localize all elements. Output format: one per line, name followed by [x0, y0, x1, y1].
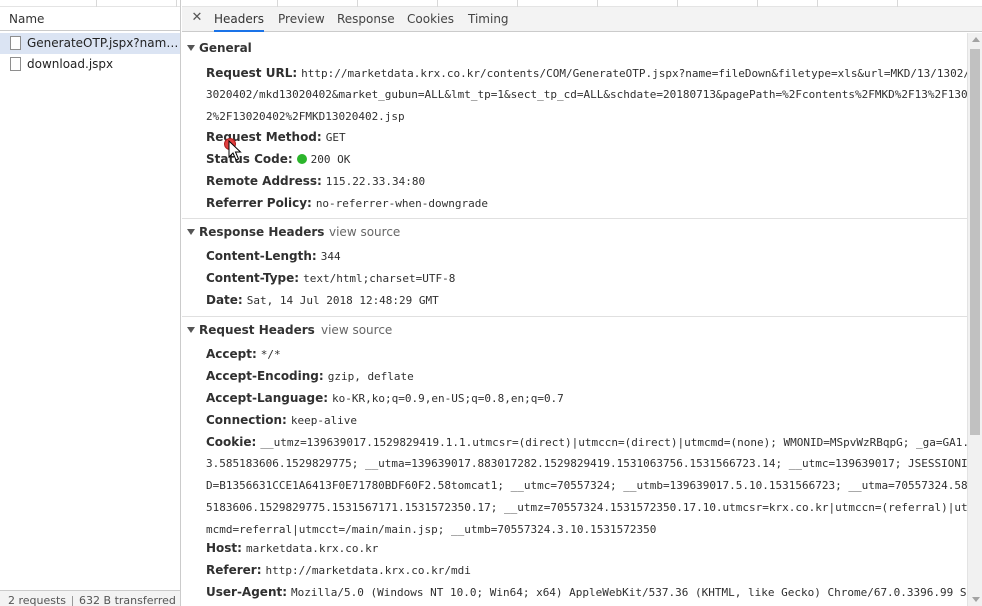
- status-code-row: Status Code: 200 OK: [206, 148, 967, 171]
- cookie-line-3: D=B1356631CCE1A6413F0E71780BDF60F2.58tom…: [206, 479, 967, 492]
- referrer-policy-key: Referrer Policy:: [206, 196, 312, 210]
- document-icon: [10, 57, 21, 71]
- general-section-toggle[interactable]: General: [187, 41, 252, 55]
- scroll-up-arrow-icon[interactable]: [972, 37, 980, 42]
- cookie-row: Cookie: __utmz=139639017.1529829419.1.1.u…: [206, 431, 967, 454]
- cookie-key: Cookie:: [206, 435, 257, 449]
- triangle-down-icon: [187, 228, 195, 235]
- request-details-panel: ✕ Headers Preview Response Cookies Timin…: [182, 0, 982, 606]
- referrer-policy-value: no-referrer-when-downgrade: [315, 197, 488, 210]
- request-row-generateotp[interactable]: GenerateOTP.jspx?name=fileDown&filetype=…: [0, 33, 180, 54]
- remote-address-key: Remote Address:: [206, 174, 322, 188]
- host-row: Host: marketdata.krx.co.kr: [206, 537, 967, 560]
- accept-language-key: Accept-Language:: [206, 391, 329, 405]
- close-icon[interactable]: ✕: [190, 10, 204, 25]
- content-type-value: text/html;charset=UTF-8: [303, 272, 456, 285]
- date-key: Date:: [206, 293, 243, 307]
- document-icon: [10, 36, 21, 50]
- request-headers-toggle[interactable]: Request Headers: [187, 323, 315, 337]
- content-length-value: 344: [320, 250, 341, 263]
- request-list-panel: Name GenerateOTP.jspx?name=fileDown&file…: [0, 0, 181, 606]
- tab-headers[interactable]: Headers: [214, 7, 264, 32]
- accept-encoding-value: gzip, deflate: [327, 370, 414, 383]
- remote-address-row: Remote Address: 115.22.33.34:80: [206, 170, 967, 193]
- request-url-key: Request URL:: [206, 66, 298, 80]
- request-headers-title: Request Headers: [199, 323, 315, 337]
- vertical-scrollbar[interactable]: [967, 33, 982, 606]
- status-ok-icon: [296, 154, 307, 164]
- host-value: marketdata.krx.co.kr: [245, 542, 379, 555]
- name-column-header[interactable]: Name: [0, 7, 180, 31]
- request-url-value: http://marketdata.krx.co.kr/contents/COM…: [301, 67, 967, 80]
- overview-strip: [182, 0, 982, 7]
- user-agent-row: User-Agent: Mozilla/5.0 (Windows NT 10.0;…: [206, 581, 967, 604]
- accept-encoding-row: Accept-Encoding: gzip, deflate: [206, 365, 967, 388]
- accept-key: Accept:: [206, 347, 257, 361]
- response-headers-toggle[interactable]: Response Headers: [187, 225, 324, 239]
- general-title: General: [199, 41, 252, 55]
- connection-row: Connection: keep-alive: [206, 409, 967, 432]
- remote-address-value: 115.22.33.34:80: [325, 175, 426, 188]
- section-divider: [182, 316, 967, 317]
- referrer-policy-row: Referrer Policy: no-referrer-when-downgra…: [206, 192, 967, 215]
- transferred-size: 632 B transferred: [79, 594, 176, 606]
- accept-language-row: Accept-Language: ko-KR,ko;q=0.9,en-US;q=0…: [206, 387, 967, 410]
- date-value: Sat, 14 Jul 2018 12:48:29 GMT: [246, 294, 439, 307]
- referer-value: http://marketdata.krx.co.kr/mdi: [265, 564, 471, 577]
- status-code-value: 200 OK: [310, 153, 351, 166]
- cookie-value: __utmz=139639017.1529829419.1.1.utmcsr=(…: [260, 436, 967, 449]
- user-agent-value: Mozilla/5.0 (Windows NT 10.0; Win64; x64…: [291, 586, 967, 599]
- request-method-value: GET: [325, 131, 346, 144]
- request-name: download.jspx: [27, 57, 114, 71]
- accept-value: */*: [260, 348, 281, 361]
- cookie-line-2: 3.585183606.1529829775; __utma=139639017…: [206, 457, 967, 470]
- content-length-row: Content-Length: 344: [206, 245, 967, 268]
- scrollbar-thumb[interactable]: [970, 49, 980, 435]
- overview-strip: [0, 0, 180, 7]
- referer-key: Referer:: [206, 563, 262, 577]
- content-length-key: Content-Length:: [206, 249, 317, 263]
- name-column-label: Name: [9, 12, 45, 26]
- tab-cookies[interactable]: Cookies: [407, 7, 454, 32]
- response-view-source-link[interactable]: view source: [329, 225, 400, 239]
- triangle-down-icon: [187, 326, 195, 333]
- connection-key: Connection:: [206, 413, 287, 427]
- accept-language-value: ko-KR,ko;q=0.9,en-US;q=0.8,en;q=0.7: [332, 392, 564, 405]
- user-agent-key: User-Agent:: [206, 585, 288, 599]
- triangle-down-icon: [187, 44, 195, 51]
- request-count: 2 requests: [8, 594, 67, 606]
- referer-row: Referer: http://marketdata.krx.co.kr/mdi: [206, 559, 967, 582]
- request-row-download[interactable]: download.jspx: [0, 54, 180, 75]
- scroll-down-arrow-icon[interactable]: [972, 597, 980, 602]
- tab-preview[interactable]: Preview: [278, 7, 325, 32]
- tab-timing[interactable]: Timing: [468, 7, 509, 32]
- request-url-line-3: 2%2F13020402%2FMKD13020402.jsp: [206, 110, 405, 123]
- content-type-row: Content-Type: text/html;charset=UTF-8: [206, 267, 967, 290]
- request-url-row: Request URL: http://marketdata.krx.co.kr/…: [206, 62, 967, 85]
- request-url-line-2: 3020402/mkd13020402&market_gubun=ALL&lmt…: [206, 88, 967, 101]
- section-divider: [182, 218, 967, 219]
- mouse-cursor-icon: [224, 138, 242, 161]
- accept-row: Accept: */*: [206, 343, 967, 366]
- date-row: Date: Sat, 14 Jul 2018 12:48:29 GMT: [206, 289, 967, 312]
- network-summary-bar: 2 requests 632 B transferred: [0, 590, 180, 606]
- request-view-source-link[interactable]: view source: [321, 323, 392, 337]
- headers-content: General Request URL: http://marketdata.kr…: [182, 33, 967, 606]
- tab-response[interactable]: Response: [337, 7, 395, 32]
- response-headers-title: Response Headers: [199, 225, 325, 239]
- status-code-key: Status Code:: [206, 152, 293, 166]
- content-type-key: Content-Type:: [206, 271, 300, 285]
- host-key: Host:: [206, 541, 242, 555]
- accept-encoding-key: Accept-Encoding:: [206, 369, 324, 383]
- cookie-line-4: 5183606.1529829775.1531567171.1531572350…: [206, 501, 967, 514]
- details-tabbar: ✕ Headers Preview Response Cookies Timin…: [182, 7, 982, 32]
- request-name: GenerateOTP.jspx?name=fileDown&filetype=…: [27, 36, 180, 50]
- request-method-row: Request Method: GET: [206, 126, 967, 149]
- summary-divider: [72, 596, 74, 606]
- connection-value: keep-alive: [290, 414, 358, 427]
